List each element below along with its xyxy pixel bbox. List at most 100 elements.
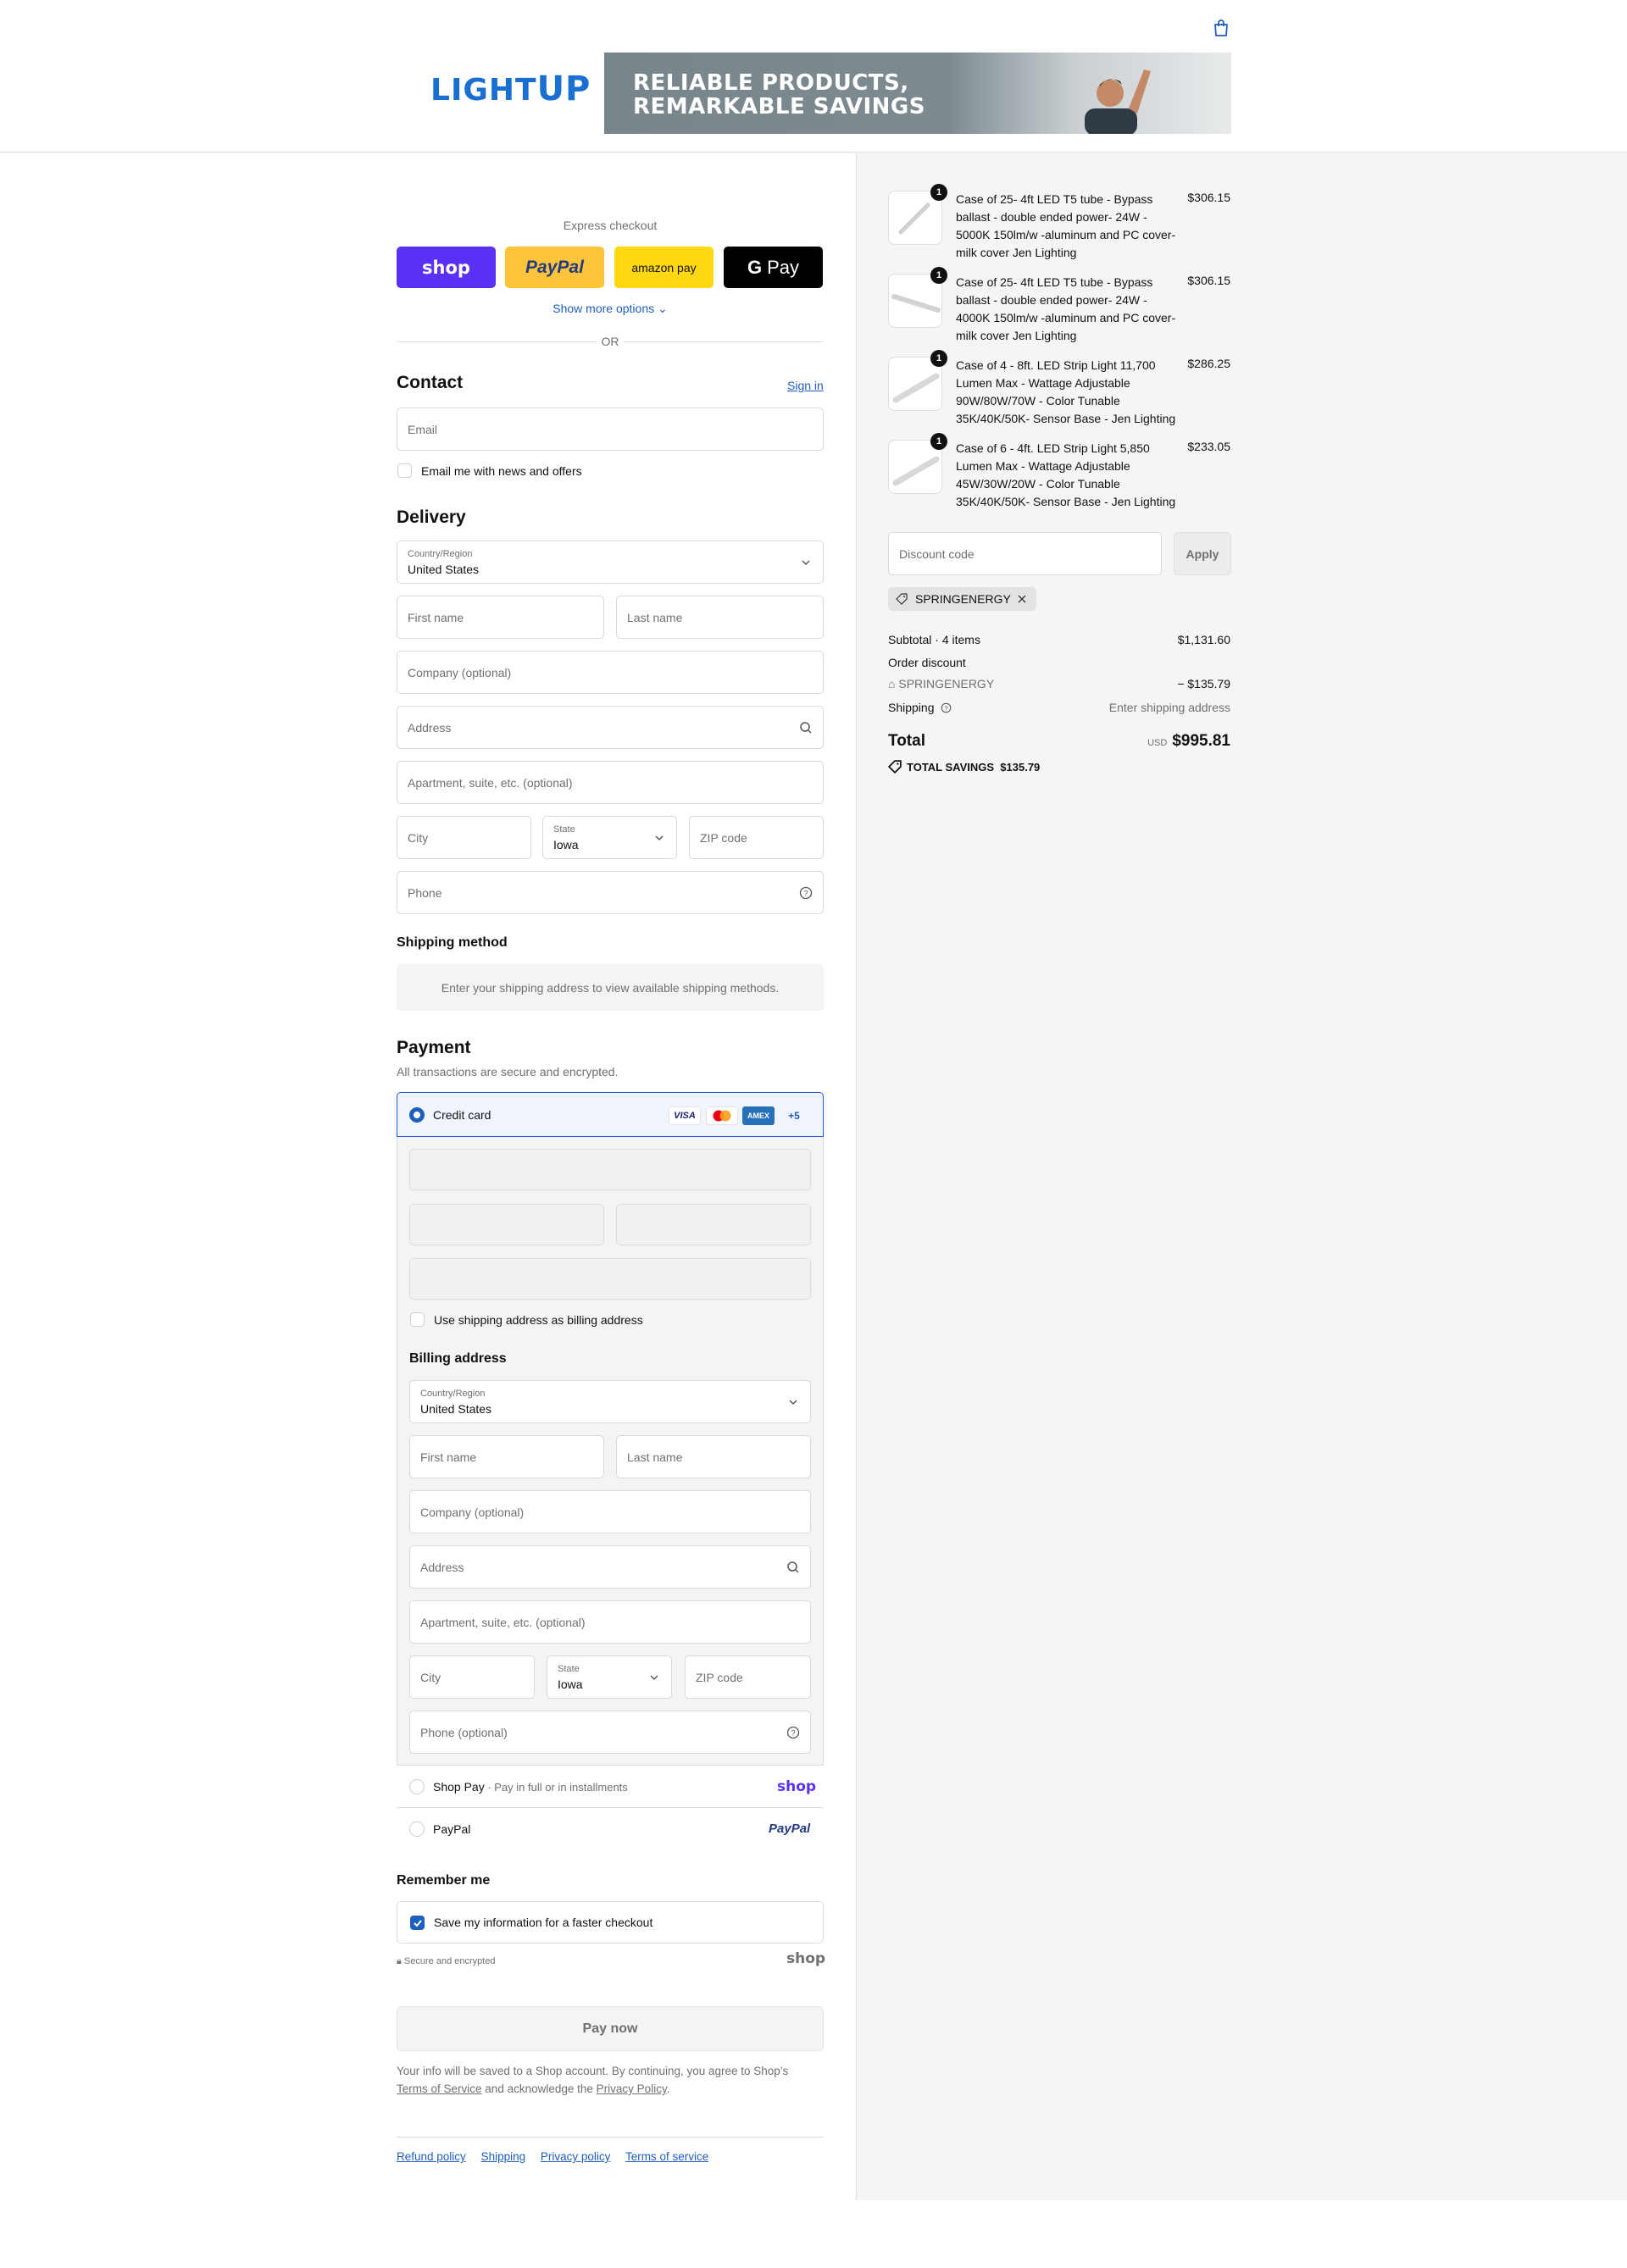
shop-pay-logo: shop: [777, 1778, 817, 1795]
total-label: Total: [888, 732, 925, 750]
save-info-checkbox[interactable]: [410, 1916, 425, 1930]
shop-pay-radio[interactable]: [409, 1779, 425, 1794]
billing-state-select[interactable]: State Iowa: [547, 1655, 672, 1699]
city-field[interactable]: City: [397, 816, 531, 859]
product-thumbnail: 1: [888, 267, 947, 328]
card-number-field[interactable]: [409, 1149, 811, 1190]
footer-links: Refund policy Shipping Privacy policy Te…: [397, 2150, 720, 2163]
billing-address-heading: Billing address: [409, 1351, 507, 1366]
shipping-policy-link[interactable]: Shipping: [481, 2150, 526, 2163]
billing-company-field[interactable]: Company (optional): [409, 1490, 811, 1533]
shop-logo: shop: [786, 1950, 826, 1967]
save-info-label: Save my information for a faster checkou…: [434, 1916, 653, 1929]
quantity-badge: 1: [930, 184, 947, 201]
apartment-field[interactable]: Apartment, suite, etc. (optional): [397, 761, 824, 804]
state-select[interactable]: State Iowa: [542, 816, 677, 859]
company-field[interactable]: Company (optional): [397, 651, 824, 694]
billing-zip-field[interactable]: ZIP code: [685, 1655, 811, 1699]
payment-heading: Payment: [397, 1038, 471, 1057]
more-cards-badge: +5: [788, 1110, 800, 1122]
close-icon[interactable]: [1017, 594, 1027, 604]
quantity-badge: 1: [930, 433, 947, 450]
credit-card-radio[interactable]: [409, 1107, 425, 1123]
discount-amount: − $135.79: [1177, 677, 1230, 690]
shop-pay-button[interactable]: shop: [397, 247, 496, 288]
shopping-bag-icon[interactable]: [1212, 19, 1230, 37]
shipping-label: Shipping ?: [888, 701, 952, 714]
google-pay-button[interactable]: G Pay: [724, 247, 823, 288]
billing-apartment-field[interactable]: Apartment, suite, etc. (optional): [409, 1600, 811, 1644]
search-icon: [800, 721, 812, 734]
news-checkbox[interactable]: [397, 463, 412, 478]
paypal-label: PayPal: [433, 1822, 471, 1836]
or-separator: OR: [601, 335, 619, 348]
help-circle-icon[interactable]: ?: [941, 702, 952, 713]
zip-field[interactable]: ZIP code: [689, 816, 824, 859]
refund-policy-link[interactable]: Refund policy: [397, 2150, 466, 2163]
mastercard-icon: [706, 1106, 738, 1125]
tag-icon: [896, 593, 908, 605]
chevron-down-icon: [802, 559, 810, 565]
svg-text:?: ?: [791, 1728, 795, 1737]
first-name-field[interactable]: First name: [397, 596, 604, 639]
card-name-field[interactable]: [409, 1258, 811, 1300]
use-shipping-label: Use shipping address as billing address: [434, 1313, 643, 1327]
paypal-button[interactable]: PayPal: [505, 247, 604, 288]
help-circle-icon[interactable]: ?: [786, 1726, 800, 1739]
subtotal-value: $1,131.60: [1177, 633, 1230, 646]
amex-icon: AMEX: [742, 1106, 775, 1125]
checkmark-icon: [414, 1920, 422, 1927]
billing-first-name-field[interactable]: First name: [409, 1435, 604, 1478]
discount-code-field[interactable]: Discount code: [888, 532, 1162, 575]
billing-phone-field[interactable]: Phone (optional) ?: [409, 1711, 811, 1754]
subtotal-label: Subtotal · 4 items: [888, 633, 980, 646]
terms-of-service-link[interactable]: Terms of Service: [397, 2082, 482, 2095]
billing-city-field[interactable]: City: [409, 1655, 535, 1699]
news-checkbox-label: Email me with news and offers: [421, 464, 582, 478]
product-name: Case of 6 - 4ft. LED Strip Light 5,850 L…: [956, 441, 1176, 508]
order-discount-label: Order discount: [888, 656, 966, 669]
divider-right: [624, 341, 824, 342]
payment-subtitle: All transactions are secure and encrypte…: [397, 1065, 619, 1079]
promo-banner: RELIABLE PRODUCTS, REMARKABLE SAVINGS: [604, 53, 1231, 134]
paypal-radio[interactable]: [409, 1822, 425, 1837]
card-expiry-field[interactable]: [409, 1204, 604, 1245]
delivery-heading: Delivery: [397, 507, 466, 527]
email-field[interactable]: Email: [397, 408, 824, 451]
terms-of-service-footer-link[interactable]: Terms of service: [625, 2150, 708, 2163]
use-shipping-checkbox[interactable]: [410, 1312, 425, 1327]
billing-address-field[interactable]: Address: [409, 1545, 811, 1589]
site-header: LIGHTUP RELIABLE PRODUCTS, REMARKABLE SA…: [0, 0, 1627, 152]
card-cvv-field[interactable]: [616, 1204, 811, 1245]
amazon-pay-button[interactable]: amazon pay: [614, 247, 714, 288]
show-more-options-link[interactable]: Show more options ⌄: [397, 302, 824, 316]
pay-now-button[interactable]: Pay now: [397, 2006, 824, 2051]
apply-discount-button[interactable]: Apply: [1174, 532, 1231, 575]
total-savings: TOTAL SAVINGS $135.79: [887, 760, 1040, 774]
product-price: $306.15: [1187, 274, 1230, 287]
lock-icon: 🔒︎: [397, 1956, 402, 1966]
product-price: $306.15: [1187, 191, 1230, 204]
chevron-down-icon: ⌄: [658, 302, 668, 315]
privacy-policy-footer-link[interactable]: Privacy policy: [541, 2150, 611, 2163]
product-price: $286.25: [1187, 357, 1230, 370]
svg-text:?: ?: [803, 889, 808, 897]
chevron-down-icon: [789, 1399, 797, 1405]
lightup-logo[interactable]: LIGHTUP: [430, 69, 591, 108]
country-select[interactable]: Country/Region United States: [397, 541, 824, 584]
discount-code-line: ⌂ SPRINGENERGY: [888, 677, 995, 690]
visa-icon: VISA: [669, 1106, 701, 1125]
contact-heading: Contact: [397, 373, 464, 392]
product-thumbnail: 1: [888, 350, 947, 411]
sign-in-link[interactable]: Sign in: [787, 379, 824, 392]
product-name: Case of 25- 4ft LED T5 tube - Bypass bal…: [956, 275, 1176, 342]
last-name-field[interactable]: Last name: [616, 596, 824, 639]
banner-text: RELIABLE PRODUCTS, REMARKABLE SAVINGS: [633, 70, 925, 119]
product-price: $233.05: [1187, 440, 1230, 453]
privacy-policy-link[interactable]: Privacy Policy: [597, 2082, 667, 2095]
help-circle-icon[interactable]: ?: [799, 886, 813, 900]
billing-last-name-field[interactable]: Last name: [616, 1435, 811, 1478]
billing-country-select[interactable]: Country/Region United States: [409, 1380, 811, 1423]
address-field[interactable]: Address: [397, 706, 824, 749]
phone-field[interactable]: Phone ?: [397, 871, 824, 914]
